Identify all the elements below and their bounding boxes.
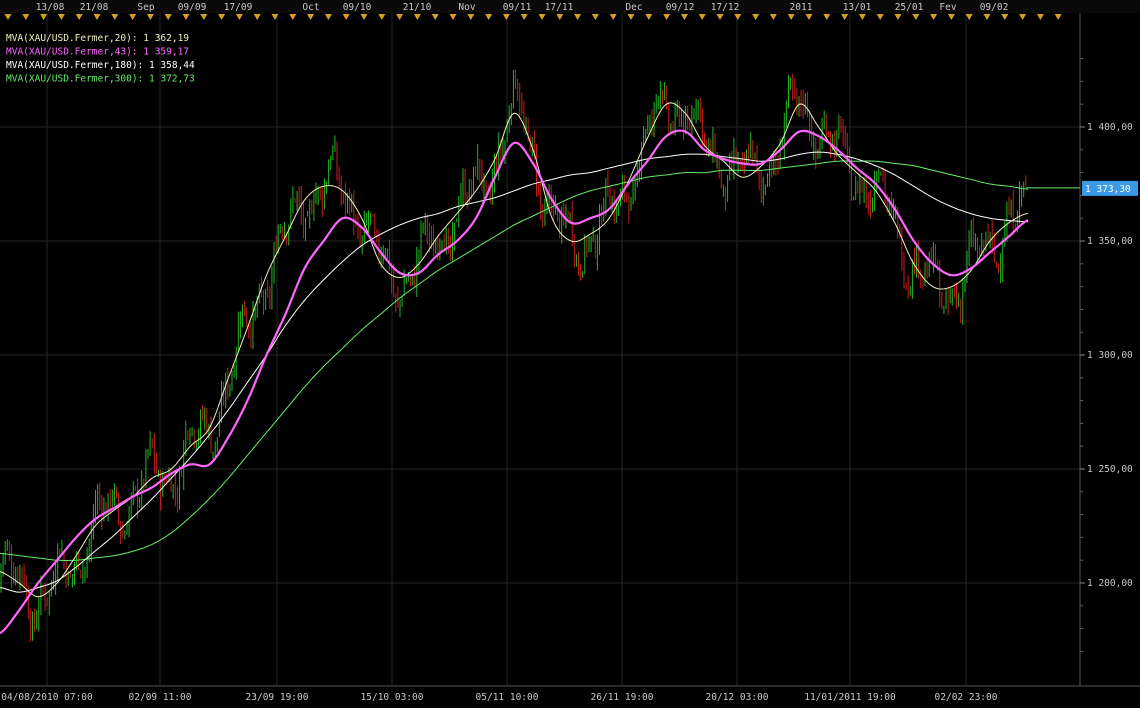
top-axis-label: 21/10 xyxy=(403,2,432,13)
top-axis-label: Sep xyxy=(137,2,154,13)
top-axis-label: 17/09 xyxy=(224,2,253,13)
last-price-label: 1 373,30 xyxy=(1085,184,1131,195)
top-axis-label: 17/12 xyxy=(711,2,740,13)
price-axis-label: 1 350,00 xyxy=(1087,236,1133,247)
legend-entry: MVA(XAU/USD.Fermer,20): 1 362,19 xyxy=(6,33,189,44)
top-axis-label: 13/08 xyxy=(36,2,65,13)
price-axis-label: 1 200,00 xyxy=(1087,578,1133,589)
price-axis-label: 1 400,00 xyxy=(1087,122,1133,133)
top-axis-label: 09/12 xyxy=(666,2,695,13)
top-axis-label: Fev xyxy=(939,2,956,13)
top-axis-label: 09/10 xyxy=(343,2,372,13)
bottom-axis-label: 23/09 19:00 xyxy=(246,692,309,703)
bottom-axis-label: 02/09 11:00 xyxy=(129,692,192,703)
top-axis-label: Oct xyxy=(302,2,319,13)
legend-entry: MVA(XAU/USD.Fermer,43): 1 359,17 xyxy=(6,47,189,58)
top-axis-label: 2011 xyxy=(790,2,813,13)
price-axis-label: 1 250,00 xyxy=(1087,464,1133,475)
bottom-axis-label: 02/02 23:00 xyxy=(935,692,998,703)
bottom-axis-label: 20/12 03:00 xyxy=(706,692,769,703)
top-axis-label: 09/09 xyxy=(178,2,207,13)
bottom-axis-label: 04/08/2010 07:00 xyxy=(1,692,93,703)
top-axis-label: 25/01 xyxy=(895,2,924,13)
price-chart[interactable]: 13/08 21/08 Sep 09/09 17/09 Oct 09/10 21/10 Nov 0… xyxy=(0,0,1140,708)
top-axis-label: Nov xyxy=(458,2,475,13)
price-axis-label: 1 300,00 xyxy=(1087,350,1133,361)
bottom-axis-label: 11/01/2011 19:00 xyxy=(804,692,896,703)
top-axis-label: 09/02 xyxy=(980,2,1009,13)
bottom-axis-label: 05/11 10:00 xyxy=(476,692,539,703)
top-axis-label: Dec xyxy=(625,2,642,13)
bottom-time-axis: 04/08/2010 07:00 02/09 11:00 23/09 19:00 15… xyxy=(1,692,997,703)
legend-entry: MVA(XAU/USD.Fermer,300): 1 372,73 xyxy=(6,74,195,85)
top-axis-label: 17/11 xyxy=(545,2,574,13)
bottom-axis-label: 26/11 19:00 xyxy=(591,692,654,703)
bottom-axis-label: 15/10 03:00 xyxy=(361,692,424,703)
top-axis-label: 13/01 xyxy=(843,2,872,13)
legend-entry: MVA(XAU/USD.Fermer,180): 1 358,44 xyxy=(6,60,195,71)
top-axis-label: 09/11 xyxy=(503,2,532,13)
top-axis-label: 21/08 xyxy=(80,2,109,13)
